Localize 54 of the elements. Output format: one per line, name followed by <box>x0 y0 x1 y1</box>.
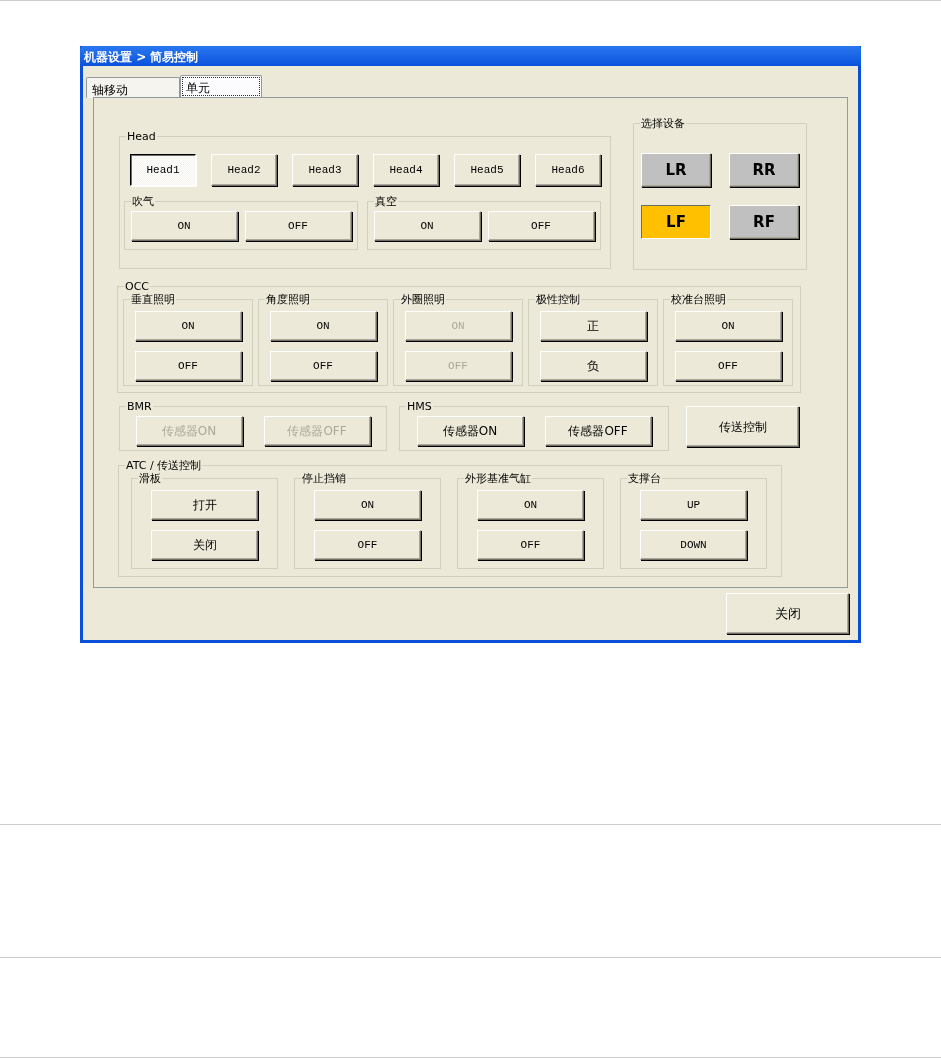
control-button[interactable]: OFF <box>314 530 421 560</box>
control-button[interactable]: 负 <box>539 351 647 381</box>
head-button[interactable]: Head3 <box>292 154 358 186</box>
control-button[interactable]: 打开 <box>151 490 258 520</box>
head-button[interactable]: Head2 <box>211 154 277 186</box>
group-title: 校准台照明 <box>670 294 727 305</box>
window-title: 机器设置 > 简易控制 <box>80 46 861 66</box>
control-button[interactable]: UP <box>640 490 747 520</box>
group-title: Head <box>126 131 157 142</box>
group-title: 外圈照明 <box>400 294 446 305</box>
control-button[interactable]: OFF <box>674 351 782 381</box>
tab[interactable]: 轴移动 <box>86 77 180 98</box>
device-button[interactable]: RR <box>729 153 799 187</box>
group-title: 滑板 <box>138 473 162 484</box>
group-title: 真空 <box>374 196 398 207</box>
group-title: HMS <box>406 401 433 412</box>
group-title: 停止挡销 <box>301 473 347 484</box>
control-button[interactable]: OFF <box>487 211 595 241</box>
control-button[interactable]: 正 <box>539 311 647 341</box>
group-title: OCC <box>124 281 151 292</box>
head-button[interactable]: Head1 <box>130 154 196 186</box>
control-button[interactable]: ON <box>674 311 782 341</box>
control-button[interactable]: OFF <box>244 211 352 241</box>
control-button[interactable]: 关闭 <box>151 530 258 560</box>
control-button[interactable]: OFF <box>269 351 377 381</box>
tab[interactable]: 单元 <box>180 75 262 98</box>
control-button[interactable]: ON <box>269 311 377 341</box>
head-button[interactable]: Head6 <box>535 154 601 186</box>
group-title: 支撑台 <box>627 473 662 484</box>
group-title: 吹气 <box>131 196 155 207</box>
control-button[interactable]: DOWN <box>640 530 747 560</box>
control-button[interactable]: 传感器ON <box>416 416 524 446</box>
head-button[interactable]: Head5 <box>454 154 520 186</box>
device-button[interactable]: RF <box>729 205 799 239</box>
group-title: 外形基准气缸 <box>464 473 532 484</box>
control-button[interactable]: ON <box>130 211 238 241</box>
close-button[interactable]: 关闭 <box>726 593 849 634</box>
head-button[interactable]: Head4 <box>373 154 439 186</box>
group-title: 垂直照明 <box>130 294 176 305</box>
group-title: 角度照明 <box>265 294 311 305</box>
device-button[interactable]: LR <box>641 153 711 187</box>
control-button[interactable]: ON <box>134 311 242 341</box>
control-button[interactable]: ON <box>373 211 481 241</box>
control-button[interactable]: ON <box>477 490 584 520</box>
device-button[interactable]: LF <box>641 205 711 239</box>
control-button[interactable]: OFF <box>477 530 584 560</box>
control-button[interactable]: ON <box>314 490 421 520</box>
control-button[interactable]: OFF <box>134 351 242 381</box>
transfer-control-button[interactable]: 传送控制 <box>686 406 799 447</box>
control-button[interactable]: 传感器OFF <box>544 416 652 446</box>
group-title: 极性控制 <box>535 294 581 305</box>
group-title: 选择设备 <box>640 118 686 129</box>
group-title: BMR <box>126 401 153 412</box>
group-title: ATC / 传送控制 <box>125 460 203 471</box>
